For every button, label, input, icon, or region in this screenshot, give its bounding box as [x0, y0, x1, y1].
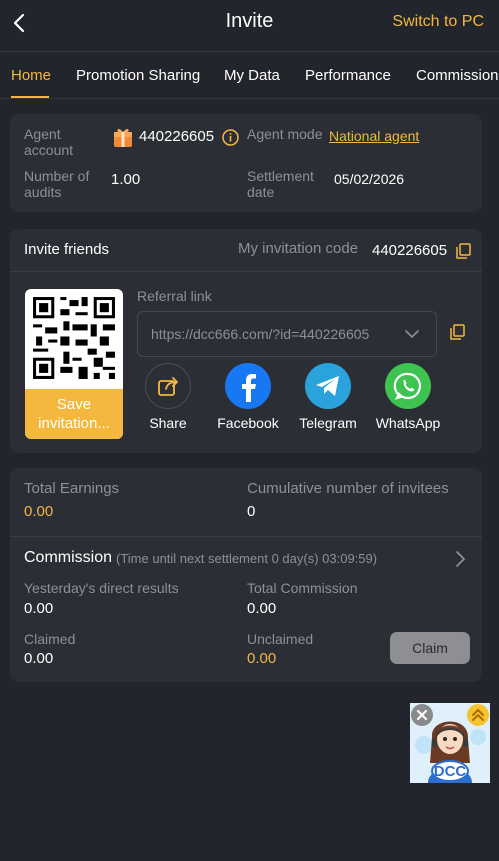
earnings-card: Total Earnings 0.00 Cumulative number of…: [10, 468, 482, 682]
close-widget-button[interactable]: [411, 704, 433, 726]
yesterday-results-label: Yesterday's direct results: [24, 580, 179, 596]
referral-link-text: https://dcc666.com/?id=440226605: [151, 326, 370, 342]
active-tab-indicator: [11, 96, 49, 98]
invitation-code-value: 440226605: [372, 242, 448, 259]
commission-title: Commission: [24, 549, 113, 566]
switch-to-pc-link[interactable]: Switch to PC: [392, 13, 484, 31]
audits-value: 1.00: [111, 171, 141, 188]
facebook-share-button[interactable]: Facebook: [213, 363, 283, 431]
settlement-countdown: (Time until next settlement 0 day(s) 03:…: [116, 551, 378, 566]
yesterday-results-value: 0.00: [24, 600, 54, 617]
unclaimed-value: 0.00: [247, 650, 277, 667]
divider: [10, 271, 482, 272]
chevron-right-icon[interactable]: [454, 550, 466, 568]
qr-code-image: [30, 294, 118, 382]
total-earnings-label: Total Earnings: [24, 480, 120, 497]
close-icon: [416, 709, 428, 721]
agent-account-label: Agent account: [24, 126, 74, 158]
settlement-date-label: Settlement date: [247, 168, 314, 200]
save-invitation-button[interactable]: Save invitation...: [25, 389, 123, 439]
double-chevron-up-icon: [472, 709, 484, 721]
invite-friends-title: Invite friends: [24, 241, 110, 258]
total-commission-value: 0.00: [247, 600, 277, 617]
copy-code-icon[interactable]: [456, 243, 471, 259]
qr-code-card: Save invitation...: [25, 289, 123, 439]
invite-friends-card: Invite friends My invitation code 440226…: [10, 229, 482, 453]
claim-button[interactable]: Claim: [390, 632, 470, 664]
tab-my-data[interactable]: My Data: [224, 67, 280, 84]
telegram-icon: [316, 376, 339, 396]
claimed-label: Claimed: [24, 631, 76, 647]
invitation-code-label: My invitation code: [238, 240, 359, 257]
agent-mode-link[interactable]: National agent: [329, 128, 419, 144]
support-widget[interactable]: DCC: [410, 703, 490, 783]
whatsapp-icon: [393, 372, 422, 400]
tab-promotion-sharing[interactable]: Promotion Sharing: [76, 67, 200, 84]
share-icon: [158, 377, 178, 396]
divider: [10, 536, 482, 537]
scroll-top-button[interactable]: [467, 704, 489, 726]
total-earnings-value: 0.00: [24, 503, 54, 520]
tab-bar: Home Promotion Sharing My Data Performan…: [0, 53, 499, 99]
invitees-label: Cumulative number of invitees: [247, 480, 449, 497]
invitees-value: 0: [247, 503, 256, 520]
referral-link-field[interactable]: https://dcc666.com/?id=440226605: [137, 311, 437, 357]
agent-info-card: Agent account 440226605 Agent mode Natio…: [10, 114, 482, 212]
tab-commission[interactable]: Commission: [416, 67, 499, 84]
whatsapp-share-button[interactable]: WhatsApp: [373, 363, 443, 431]
info-icon[interactable]: [222, 129, 239, 146]
chevron-down-icon[interactable]: [404, 326, 420, 342]
settlement-date-value: 05/02/2026: [334, 171, 405, 187]
dcc-logo-text: DCC: [433, 763, 467, 780]
gift-icon: [114, 128, 132, 147]
facebook-icon: [242, 374, 256, 402]
copy-link-icon[interactable]: [450, 324, 465, 340]
agent-mode-label: Agent mode: [247, 126, 323, 142]
referral-link-label: Referral link: [137, 288, 212, 304]
unclaimed-label: Unclaimed: [247, 631, 314, 647]
claimed-value: 0.00: [24, 650, 54, 667]
telegram-share-button[interactable]: Telegram: [293, 363, 363, 431]
tab-home[interactable]: Home: [11, 67, 51, 84]
share-button[interactable]: Share: [133, 363, 203, 431]
audits-label: Number of audits: [24, 168, 90, 200]
total-commission-label: Total Commission: [247, 580, 358, 596]
agent-account-value: 440226605: [139, 128, 215, 145]
header: Invite Switch to PC: [0, 0, 499, 52]
tab-performance[interactable]: Performance: [305, 67, 391, 84]
